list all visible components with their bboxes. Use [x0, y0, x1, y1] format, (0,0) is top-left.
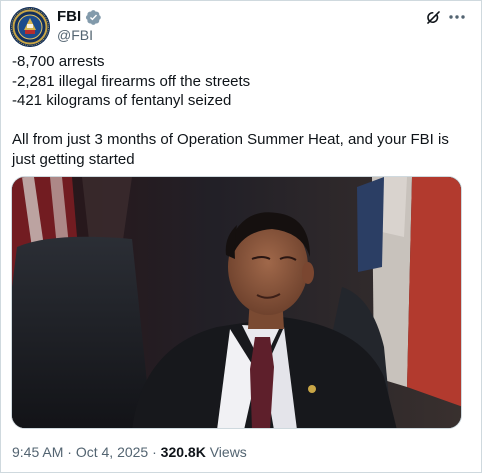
post-line: -2,281 illegal firearms off the streets [12, 72, 251, 90]
author-name[interactable]: FBI [57, 8, 81, 26]
post-paragraph: All from just 3 months of Operation Summ… [12, 131, 449, 168]
grok-icon[interactable] [424, 8, 443, 27]
avatar[interactable] [10, 7, 50, 47]
video-still-image [12, 177, 461, 428]
post-meta: 9:45 AM · Oct 4, 2025 · 320.8K Views [12, 443, 247, 461]
fbi-seal-icon [10, 7, 50, 47]
post-line: -8,700 arrests [12, 53, 105, 70]
author-handle[interactable]: @FBI [57, 27, 93, 44]
post-line: -421 kilograms of fentanyl seized [12, 92, 232, 109]
views-label: Views [205, 444, 247, 460]
views-count: 320.8K [160, 444, 206, 460]
post-image[interactable] [11, 176, 462, 429]
post-text: -8,700 arrests -2,281 illegal firearms o… [12, 52, 472, 169]
more-horizontal-icon[interactable] [446, 7, 468, 27]
post-time[interactable]: 9:45 AM [12, 444, 63, 460]
verified-badge-icon [86, 9, 101, 25]
post-date[interactable]: Oct 4, 2025 [76, 444, 148, 460]
meta-separator: · [63, 444, 76, 460]
meta-separator: · [148, 444, 161, 460]
